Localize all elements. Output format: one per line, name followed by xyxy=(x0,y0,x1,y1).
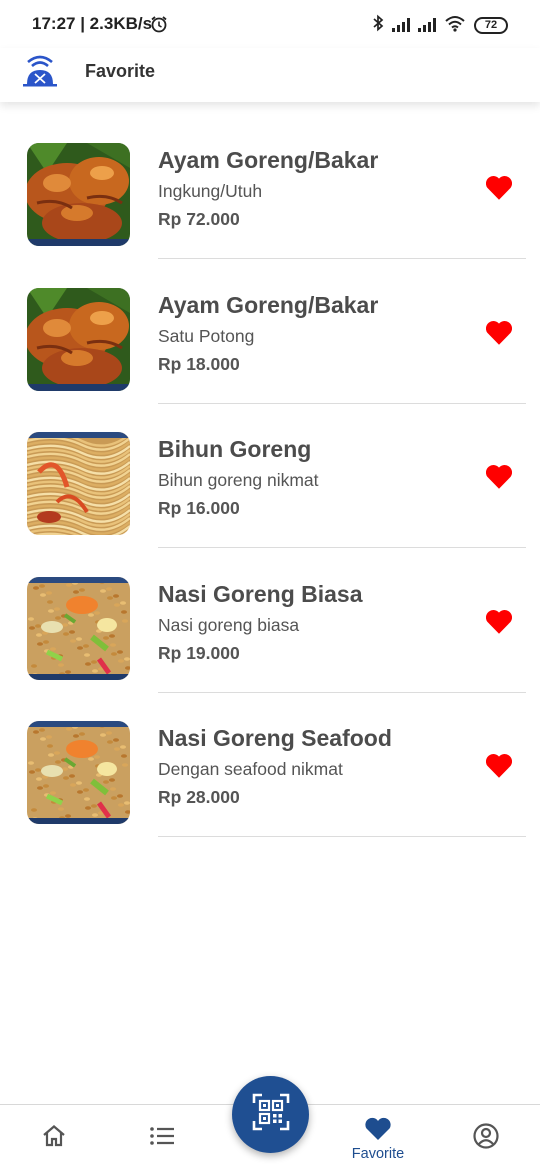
food-image xyxy=(27,721,130,824)
heart-icon[interactable] xyxy=(485,176,513,200)
app-bar: Favorite xyxy=(0,48,540,102)
nav-home[interactable] xyxy=(14,1105,94,1170)
heart-icon[interactable] xyxy=(485,609,513,634)
favorite-item[interactable]: Ayam Goreng/Bakar Satu Potong Rp 18.000 xyxy=(0,287,540,432)
status-time: 17:27 | 2.3KB/s xyxy=(32,14,153,33)
divider xyxy=(158,402,526,404)
home-icon xyxy=(41,1124,67,1153)
item-price: Rp 18.000 xyxy=(158,353,240,374)
item-description: Satu Potong xyxy=(158,325,255,346)
heart-icon[interactable] xyxy=(485,465,513,489)
account-icon xyxy=(472,1122,500,1155)
item-price: Rp 72.000 xyxy=(158,209,240,229)
item-price: Rp 16.000 xyxy=(158,498,240,518)
item-description: Nasi goreng biasa xyxy=(158,614,300,635)
item-name: Bihun Goreng xyxy=(158,436,312,462)
qr-code-icon xyxy=(252,1093,290,1136)
nav-favorite[interactable]: Favorite xyxy=(338,1105,418,1170)
favorite-item[interactable]: Ayam Goreng/Bakar Ingkung/Utuh Rp 72.000 xyxy=(0,142,540,287)
qr-scan-button[interactable] xyxy=(232,1076,309,1153)
divider xyxy=(158,691,526,693)
nav-favorite-label: Favorite xyxy=(351,1145,405,1162)
item-price: Rp 19.000 xyxy=(158,642,240,663)
wifi-icon xyxy=(444,14,466,37)
item-name: Ayam Goreng/Bakar xyxy=(158,291,379,318)
heart-icon[interactable] xyxy=(485,320,513,345)
item-description: Dengan seafood nikmat xyxy=(158,759,343,779)
list-icon xyxy=(149,1125,175,1152)
divider xyxy=(158,258,526,259)
favorite-item[interactable]: Bihun Goreng Bihun goreng nikmat Rp 16.000 xyxy=(0,431,540,576)
item-description: Ingkung/Utuh xyxy=(158,181,263,201)
wifi-restaurant-logo-icon xyxy=(22,52,58,88)
heart-icon[interactable] xyxy=(485,754,513,778)
bluetooth-icon xyxy=(372,14,384,37)
favorites-list: Ayam Goreng/Bakar Ingkung/Utuh Rp 72.000 Ay… xyxy=(0,142,540,865)
favorite-item[interactable]: Nasi Goreng Seafood Dengan seafood nikmat… xyxy=(0,720,540,865)
item-name: Ayam Goreng/Bakar xyxy=(158,147,379,173)
status-icons: 72 xyxy=(372,14,508,36)
food-image xyxy=(27,432,130,535)
divider xyxy=(158,836,526,837)
alarm-icon xyxy=(150,15,168,38)
nav-account[interactable] xyxy=(446,1105,526,1170)
food-image xyxy=(27,287,130,391)
nav-list[interactable] xyxy=(122,1105,202,1170)
divider xyxy=(158,547,526,548)
item-name: Nasi Goreng Seafood xyxy=(158,725,392,751)
food-image xyxy=(27,576,130,680)
page-title: Favorite xyxy=(85,61,156,81)
favorite-item[interactable]: Nasi Goreng Biasa Nasi goreng biasa Rp 19.… xyxy=(0,576,540,721)
heart-icon xyxy=(364,1117,392,1146)
item-description: Bihun goreng nikmat xyxy=(158,470,319,490)
battery-icon: 72 xyxy=(474,16,508,34)
item-name: Nasi Goreng Biasa xyxy=(158,580,363,607)
signal-icon xyxy=(418,18,436,32)
signal-icon xyxy=(392,18,410,32)
status-bar: 17:27 | 2.3KB/s 72 xyxy=(0,0,540,48)
food-image xyxy=(27,143,130,246)
item-price: Rp 28.000 xyxy=(158,787,240,807)
